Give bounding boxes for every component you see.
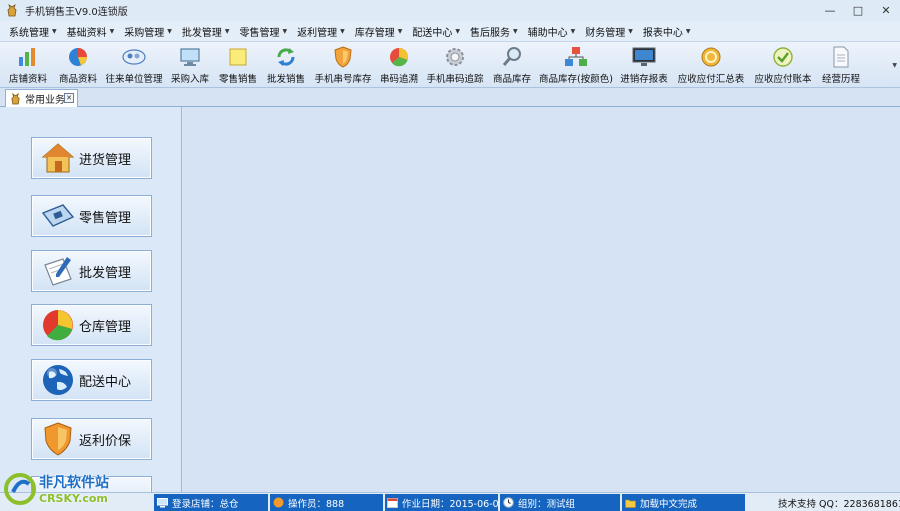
watermark-en-text: CRSKY.com	[39, 492, 108, 505]
tool-business-history[interactable]: 经营历程	[816, 42, 866, 88]
note-icon	[226, 46, 250, 68]
chevron-down-icon: ▼	[570, 27, 576, 35]
close-button[interactable]: ✕	[872, 0, 900, 21]
tool-retail-sales[interactable]: 零售销售	[214, 42, 262, 88]
menu-finance[interactable]: 财务管理 ▼	[580, 21, 638, 42]
chevron-down-icon: ▼	[340, 27, 345, 35]
notepad-icon	[40, 253, 76, 289]
menu-rebate[interactable]: 返利管理 ▼	[292, 21, 350, 42]
tool-ar-ap-summary[interactable]: 应收应付汇总表	[672, 42, 750, 88]
calendar-icon	[387, 497, 398, 509]
chevron-down-icon: ▼	[52, 27, 57, 35]
maximize-button[interactable]: □	[844, 0, 872, 21]
toolbar-overflow-icon[interactable]: ▼	[892, 62, 897, 69]
chevron-down-icon: ▼	[224, 27, 230, 35]
nav-warehouse-mgmt[interactable]: 仓库管理	[31, 304, 152, 346]
nav-purchase-mgmt[interactable]: 进货管理	[31, 137, 152, 179]
document-icon	[829, 46, 853, 68]
tool-stock-by-color[interactable]: 商品库存(按颜色)	[536, 42, 616, 88]
tab-label: 常用业务	[25, 95, 65, 106]
tab-strip: 常用业务 ✕	[0, 88, 900, 107]
tool-imei-stock[interactable]: 手机串号库存	[310, 42, 376, 88]
chevron-down-icon: ▼	[685, 27, 691, 35]
tool-ar-ap-ledger[interactable]: 应收应付账本	[750, 42, 816, 88]
tool-imei-trace[interactable]: 串码追溯	[376, 42, 422, 88]
screen-icon	[632, 46, 656, 68]
menu-distribution[interactable]: 配送中心 ▼	[407, 21, 465, 42]
chevron-down-icon: ▼	[397, 27, 403, 35]
menu-inventory[interactable]: 库存管理 ▼	[350, 21, 408, 42]
watermark-cn-text: 非凡软件站	[39, 475, 109, 491]
tool-psi-report[interactable]: 进销存报表	[616, 42, 672, 88]
menu-reports[interactable]: 报表中心 ▼	[638, 21, 696, 42]
menu-retail[interactable]: 零售管理 ▼	[235, 21, 293, 42]
contacts-icon	[122, 46, 146, 68]
globe-icon	[40, 362, 76, 398]
shield-icon	[331, 46, 355, 68]
magnifier-icon	[500, 46, 524, 68]
user-icon	[272, 497, 284, 509]
left-nav-panel: 进货管理 零售管理 批发管理 仓库管理 配送中心 返利价保	[0, 107, 182, 492]
network-icon	[564, 46, 588, 68]
status-store: 登录店铺：总仓	[154, 494, 268, 511]
menu-wholesale[interactable]: 批发管理 ▼	[177, 21, 235, 42]
tool-partner-mgmt[interactable]: 往来单位管理	[102, 42, 166, 88]
title-bar: 手机销售王V9.0连锁版 — □ ✕	[0, 0, 900, 21]
cube-icon	[387, 46, 411, 68]
toolbar: 店铺资料 商品资料 往来单位管理 采购入库 零售销售 批发销售 手机串号库存 串…	[0, 42, 900, 88]
menu-bar: 系统管理 ▼ 基础资料 ▼ 采购管理 ▼ 批发管理 ▼ 零售管理 ▼ 返利管理 ▼ 库存管理…	[0, 21, 900, 42]
menu-purchase[interactable]: 采购管理 ▼	[119, 21, 177, 42]
chevron-down-icon: ▼	[109, 27, 115, 35]
chevron-down-icon: ▼	[282, 27, 288, 35]
nav-distribution-center[interactable]: 配送中心	[31, 359, 152, 401]
menu-after-sales[interactable]: 售后服务 ▼	[465, 21, 523, 42]
clock-icon	[502, 497, 514, 509]
chevron-down-icon: ▼	[513, 27, 518, 35]
tab-common-business[interactable]: 常用业务 ✕	[5, 89, 78, 107]
computer-icon	[156, 497, 168, 509]
shield-icon	[40, 421, 76, 457]
chevron-down-icon: ▼	[167, 27, 172, 35]
gear-icon	[443, 46, 467, 68]
minimize-button[interactable]: —	[816, 0, 844, 21]
house-icon	[40, 140, 76, 176]
pie-chart-icon	[66, 46, 90, 68]
menu-auxiliary[interactable]: 辅助中心 ▼	[523, 21, 581, 42]
chevron-down-icon: ▼	[628, 27, 633, 35]
chevron-down-icon: ▼	[455, 27, 460, 35]
status-bar: 登录店铺：总仓 操作员：888 作业日期：2015-06-02 组别：测试组 加…	[0, 492, 900, 511]
tool-product-info[interactable]: 商品资料	[54, 42, 102, 88]
status-operator: 操作员：888	[270, 494, 383, 511]
pie-icon	[40, 307, 76, 343]
close-icon[interactable]: ✕	[64, 93, 74, 103]
menu-basic-data[interactable]: 基础资料 ▼	[62, 21, 120, 42]
main-content-area	[183, 107, 900, 492]
tool-store-info[interactable]: 店铺资料	[2, 42, 54, 88]
nav-retail-mgmt[interactable]: 零售管理	[31, 195, 152, 237]
coin-icon	[699, 46, 723, 68]
nav-wholesale-mgmt[interactable]: 批发管理	[31, 250, 152, 292]
monitor-icon	[178, 46, 202, 68]
status-language: 加载中文完成	[622, 494, 745, 511]
bar-chart-icon	[16, 46, 40, 68]
refresh-icon	[274, 46, 298, 68]
status-work-date: 作业日期：2015-06-02	[385, 494, 505, 511]
card-icon	[40, 198, 76, 234]
check-icon	[771, 46, 795, 68]
nav-rebate-price-protect[interactable]: 返利价保	[31, 418, 152, 460]
tool-wholesale-sales[interactable]: 批发销售	[262, 42, 310, 88]
status-group: 组别：测试组	[500, 494, 620, 511]
watermark-logo-icon	[4, 472, 36, 505]
tool-product-stock[interactable]: 商品库存	[488, 42, 536, 88]
status-support: 技术支持 QQ：2283681861	[778, 498, 900, 510]
tool-imei-track[interactable]: 手机串码追踪	[422, 42, 488, 88]
folder-icon	[624, 497, 636, 509]
watermark: 非凡软件站 CRSKY.com	[0, 466, 125, 511]
tool-purchase-in[interactable]: 采购入库	[166, 42, 214, 88]
menu-system[interactable]: 系统管理 ▼	[4, 21, 62, 42]
app-logo-icon	[5, 4, 19, 18]
window-title: 手机销售王V9.0连锁版	[25, 7, 128, 18]
app-logo-icon	[9, 92, 21, 105]
